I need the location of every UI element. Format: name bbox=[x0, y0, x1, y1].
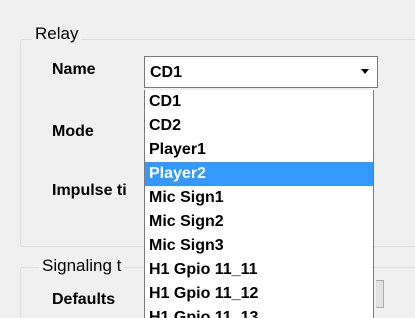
defaults-label: Defaults bbox=[52, 291, 116, 308]
name-dropdown-list[interactable]: CD1 CD2 Player1 Player2 Mic Sign1 Mic Si… bbox=[144, 90, 374, 318]
dropdown-option-h1-gpio-11-11[interactable]: H1 Gpio 11_11 bbox=[145, 258, 373, 282]
relay-settings-panel: Relay Name Mode Impulse ti Signaling t D… bbox=[0, 0, 415, 318]
impulse-time-label: Impulse ti bbox=[52, 182, 127, 199]
dropdown-option-cd2[interactable]: CD2 bbox=[145, 114, 373, 138]
dropdown-option-mic-sign3[interactable]: Mic Sign3 bbox=[145, 234, 373, 258]
name-combobox-value: CD1 bbox=[150, 64, 183, 81]
dropdown-option-player2[interactable]: Player2 bbox=[145, 162, 373, 186]
dropdown-option-mic-sign1[interactable]: Mic Sign1 bbox=[145, 186, 373, 210]
defaults-button[interactable] bbox=[376, 280, 384, 308]
signaling-group-title: Signaling t bbox=[39, 256, 125, 276]
name-label: Name bbox=[52, 61, 96, 78]
mode-label: Mode bbox=[52, 123, 94, 140]
dropdown-option-h1-gpio-11-12[interactable]: H1 Gpio 11_12 bbox=[145, 282, 373, 306]
dropdown-option-mic-sign2[interactable]: Mic Sign2 bbox=[145, 210, 373, 234]
name-combobox[interactable]: CD1 bbox=[144, 56, 378, 88]
relay-group-title: Relay bbox=[32, 24, 82, 44]
dropdown-option-h1-gpio-11-13[interactable]: H1 Gpio 11_13 bbox=[145, 306, 373, 318]
chevron-down-icon[interactable] bbox=[361, 69, 369, 74]
dropdown-option-cd1[interactable]: CD1 bbox=[145, 90, 373, 114]
dropdown-option-player1[interactable]: Player1 bbox=[145, 138, 373, 162]
